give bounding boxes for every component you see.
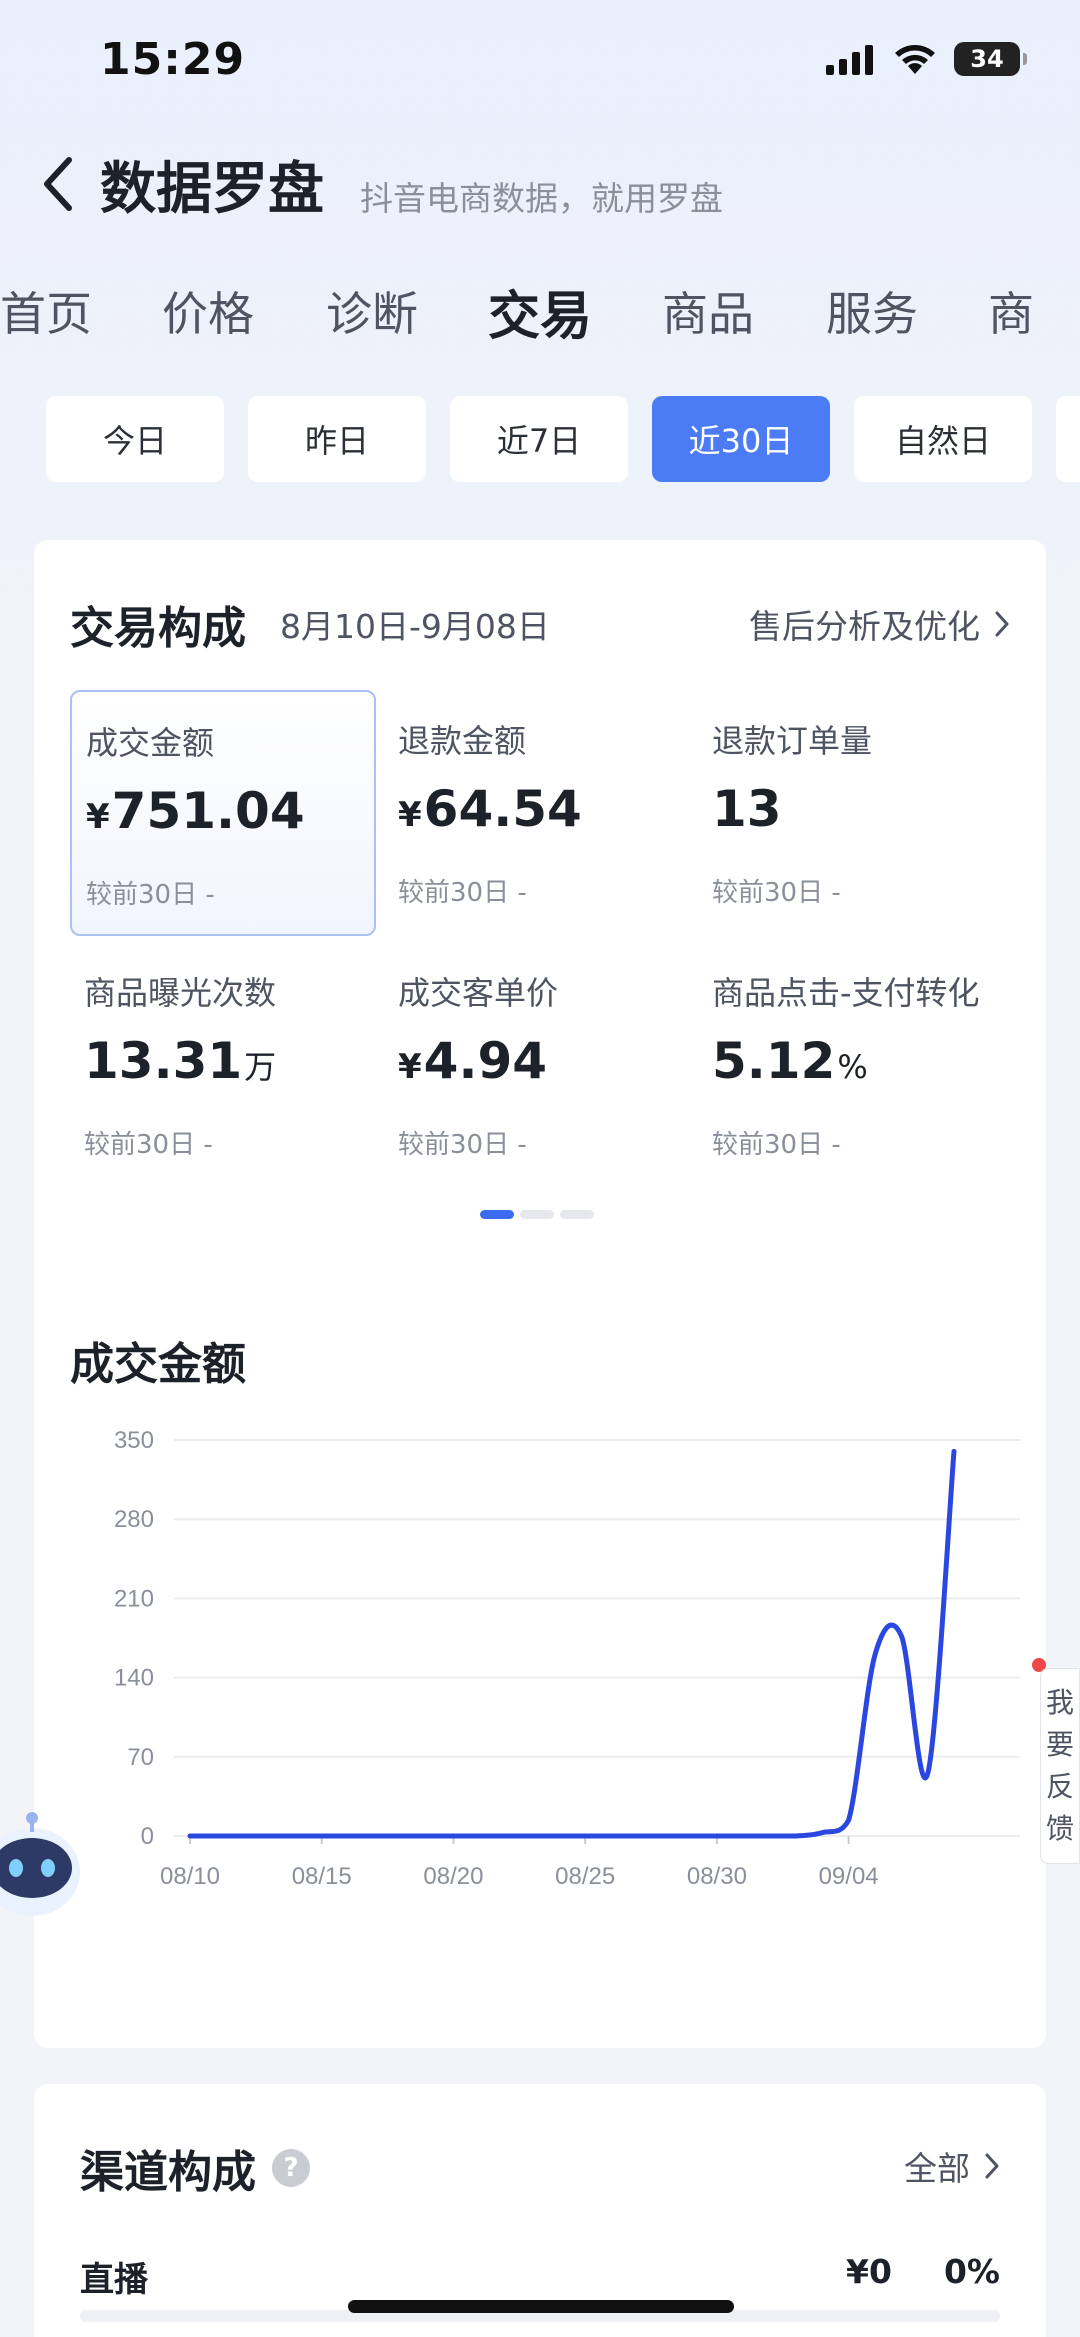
chevron-right-icon (995, 611, 1009, 637)
tab-service[interactable]: 服务 (826, 278, 918, 344)
after-sales-link[interactable]: 售后分析及优化 (749, 600, 1010, 648)
gmv-line-chart[interactable]: 0 70 140 210 280 350 08/10 08/15 08/20 08/25 08/30… (34, 1410, 1046, 1940)
chevron-right-icon (985, 2153, 999, 2179)
x-tick-label: 08/15 (292, 1863, 352, 1890)
metric-conversion[interactable]: 商品点击-支付转化 5.12% 较前30日 - (698, 942, 1010, 1188)
y-tick-label: 210 (114, 1585, 154, 1612)
top-tabs: 首页 价格 诊断 交易 商品 服务 商 (0, 270, 1080, 350)
x-tick-label: 08/25 (555, 1863, 615, 1890)
page-title: 数据罗盘 (100, 157, 324, 222)
metric-impressions[interactable]: 商品曝光次数 13.31万 较前30日 - (70, 942, 376, 1188)
metric-compare: 较前30日 - (84, 1130, 213, 1160)
status-icons: 34 (826, 42, 1027, 76)
metric-label: 退款金额 (398, 722, 527, 760)
metric-compare: 较前30日 - (398, 1130, 527, 1160)
x-tick-label: 08/30 (687, 1863, 747, 1890)
channel-card-title-label: 渠道构成 (80, 2147, 256, 2198)
metric-value: 13 (712, 780, 782, 838)
pager-dot (520, 1210, 554, 1219)
metric-label: 退款订单量 (712, 722, 873, 760)
metric-compare: 较前30日 - (398, 878, 527, 908)
chip-7days[interactable]: 近7日 (450, 396, 628, 482)
channel-row-amount: ¥0 (846, 2252, 892, 2291)
series-line (187, 1448, 957, 1839)
tab-price[interactable]: 价格 (162, 278, 254, 344)
feedback-char: 馈 (1045, 1812, 1074, 1845)
chip-30days[interactable]: 近30日 (652, 396, 830, 482)
page-subtitle: 抖音电商数据，就用罗盘 (360, 179, 723, 218)
y-tick-label: 0 (141, 1823, 154, 1850)
home-indicator (348, 2300, 734, 2313)
metric-value: ¥64.54 (398, 780, 582, 838)
channel-all-label: 全部 (904, 2149, 970, 2188)
channel-all-link[interactable]: 全部 (904, 2142, 1000, 2190)
metric-value: 5.12% (712, 1032, 868, 1090)
metric-compare: 较前30日 - (86, 880, 215, 910)
tab-product[interactable]: 商品 (662, 278, 754, 344)
channel-row-percent: 0% (943, 2252, 1000, 2291)
wifi-icon (895, 45, 935, 74)
pager-dot (560, 1210, 594, 1219)
y-tick-label: 140 (114, 1665, 154, 1692)
status-bar: 15:29 34 (0, 0, 1080, 120)
status-time: 15:29 (100, 34, 246, 85)
y-tick-label: 280 (114, 1506, 154, 1533)
y-tick-label: 70 (127, 1744, 154, 1771)
chevron-left-icon (44, 157, 72, 211)
metric-compare: 较前30日 - (712, 1130, 841, 1160)
period-chips: 今日 昨日 近7日 近30日 自然日 (0, 396, 1080, 482)
metric-avg-order-value[interactable]: 成交客单价 ¥4.94 较前30日 - (384, 942, 690, 1188)
metrics-pager[interactable] (480, 1210, 594, 1219)
feedback-char: 要 (1045, 1728, 1074, 1761)
chip-yesterday[interactable]: 昨日 (248, 396, 426, 482)
metric-gmv[interactable]: 成交金额 ¥751.04 较前30日 - (70, 690, 376, 936)
metric-label: 成交客单价 (398, 974, 559, 1012)
channel-row-label: 直播 (80, 2260, 148, 2300)
chip-more[interactable] (1056, 396, 1080, 482)
trade-card: 交易构成 8月10日-9月08日 售后分析及优化 成交金额 ¥751.04 较前… (34, 540, 1046, 2048)
feedback-char: 我 (1045, 1686, 1074, 1719)
channel-card-title: 渠道构成 ? (80, 2136, 310, 2200)
metric-refund-amount[interactable]: 退款金额 ¥64.54 较前30日 - (384, 690, 690, 936)
x-tick-label: 09/04 (819, 1863, 879, 1890)
trade-card-title: 交易构成 (70, 603, 246, 654)
tab-trade[interactable]: 交易 (488, 274, 592, 349)
tab-more[interactable]: 商 (988, 278, 1034, 344)
date-range: 8月10日-9月08日 (280, 607, 550, 646)
y-tick-label: 350 (114, 1427, 154, 1454)
battery-icon: 34 (954, 42, 1027, 76)
question-icon[interactable]: ? (272, 2149, 310, 2187)
signal-icon (826, 45, 873, 75)
tab-diagnosis[interactable]: 诊断 (326, 278, 418, 344)
metric-label: 商品点击-支付转化 (712, 974, 980, 1012)
header: 数据罗盘 抖音电商数据，就用罗盘 (0, 130, 1080, 240)
metric-label: 商品曝光次数 (84, 974, 277, 1012)
feedback-char: 反 (1045, 1770, 1074, 1803)
after-sales-link-label: 售后分析及优化 (749, 607, 980, 646)
back-button[interactable] (30, 152, 86, 216)
feedback-button[interactable]: 我 要 反 馈 (1040, 1668, 1080, 1864)
metric-refund-orders[interactable]: 退款订单量 13 较前30日 - (698, 690, 1004, 936)
metric-value: ¥751.04 (86, 782, 305, 840)
chart-title: 成交金额 (70, 1339, 246, 1390)
tab-home[interactable]: 首页 (0, 278, 92, 344)
metric-value: ¥4.94 (398, 1032, 548, 1090)
assistant-robot-icon[interactable] (0, 1808, 84, 1928)
pager-dot (480, 1210, 514, 1219)
metric-value: 13.31万 (84, 1032, 277, 1090)
x-tick-label: 08/20 (423, 1863, 483, 1890)
chip-natural-day[interactable]: 自然日 (854, 396, 1032, 482)
chip-today[interactable]: 今日 (46, 396, 224, 482)
x-tick-label: 08/10 (160, 1863, 220, 1890)
metric-label: 成交金额 (86, 724, 215, 762)
metric-compare: 较前30日 - (712, 878, 841, 908)
